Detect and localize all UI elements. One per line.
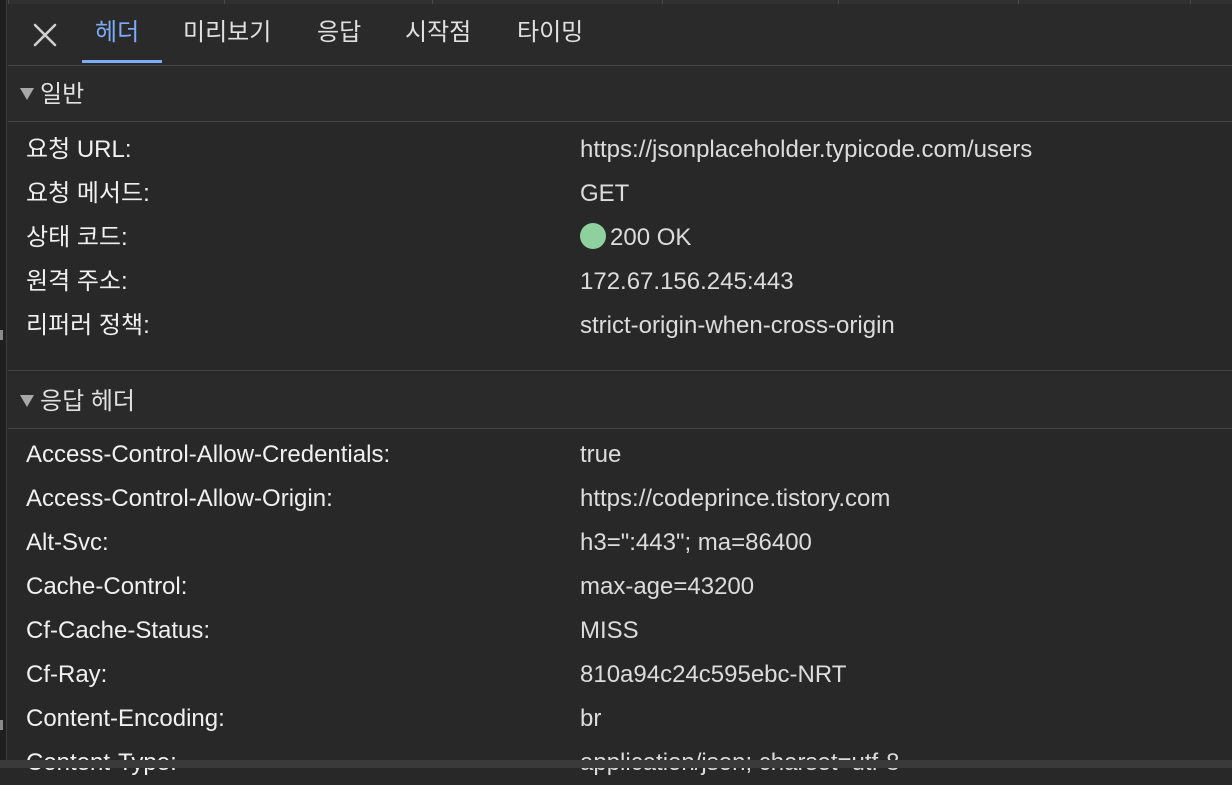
header-value: https://codeprince.tistory.com [580, 485, 891, 512]
section-title: 일반 [40, 81, 85, 108]
header-key: 리퍼러 정책: [26, 312, 150, 339]
header-value: 810a94c24c595ebc-NRT [580, 661, 847, 688]
section-divider [8, 370, 1232, 371]
general-row-referrer-policy: 리퍼러 정책: strict-origin-when-cross-origin [8, 304, 1232, 348]
gutter-marker [0, 720, 3, 730]
response-header-row: Access-Control-Allow-Origin: https://cod… [8, 477, 1232, 521]
response-header-row: Cf-Cache-Status: MISS [8, 609, 1232, 653]
header-value: true [580, 441, 622, 468]
response-header-row: Cache-Control: max-age=43200 [8, 565, 1232, 609]
status-text: 200 OK [610, 224, 692, 251]
header-key: Access-Control-Allow-Credentials: [26, 441, 391, 468]
header-key: Cf-Ray: [26, 661, 108, 688]
header-key: Alt-Svc: [26, 529, 109, 556]
header-value: https://jsonplaceholder.typicode.com/use… [580, 136, 1033, 163]
panel-bottom-edge [0, 760, 1232, 768]
general-row-request-url: 요청 URL: https://jsonplaceholder.typicode… [8, 128, 1232, 172]
left-panel-gutter [0, 0, 7, 768]
response-header-row: Content-Encoding: br [8, 697, 1232, 741]
header-value: h3=":443"; ma=86400 [580, 529, 812, 556]
collapse-triangle-icon [20, 88, 34, 100]
header-key: Access-Control-Allow-Origin: [26, 485, 333, 512]
header-value: MISS [580, 617, 639, 644]
header-value: max-age=43200 [580, 573, 755, 600]
header-key: Cache-Control: [26, 573, 188, 600]
gutter-marker [0, 330, 3, 340]
header-key: 원격 주소: [26, 268, 128, 295]
section-general-header[interactable]: 일반 [8, 66, 1232, 122]
general-row-status-code: 상태 코드: 200 OK [8, 216, 1232, 260]
active-tab-indicator [82, 60, 162, 63]
tab-initiator[interactable]: 시작점 [405, 0, 471, 64]
header-value: strict-origin-when-cross-origin [580, 312, 895, 339]
tab-timing[interactable]: 타이밍 [517, 0, 583, 64]
response-header-row: Access-Control-Allow-Credentials: true [8, 433, 1232, 477]
header-key: Cf-Cache-Status: [26, 617, 211, 644]
tab-bar: 헤더 미리보기 응답 시작점 타이밍 [8, 0, 1232, 66]
close-icon [33, 23, 57, 47]
tab-response[interactable]: 응답 [317, 0, 361, 64]
section-title: 응답 헤더 [40, 388, 135, 415]
collapse-triangle-icon [20, 395, 34, 407]
tab-preview[interactable]: 미리보기 [183, 0, 271, 64]
tab-headers[interactable]: 헤더 [95, 0, 139, 64]
header-value-status: 200 OK [580, 216, 691, 260]
header-key: 요청 URL: [26, 136, 132, 163]
general-row-remote-address: 원격 주소: 172.67.156.245:443 [8, 260, 1232, 304]
header-value: br [580, 705, 602, 732]
close-panel-button[interactable] [30, 20, 60, 50]
header-value: GET [580, 180, 630, 207]
response-header-row: Alt-Svc: h3=":443"; ma=86400 [8, 521, 1232, 565]
header-value: 172.67.156.245:443 [580, 268, 794, 295]
header-key: Content-Encoding: [26, 705, 225, 732]
general-row-request-method: 요청 메서드: GET [8, 172, 1232, 216]
response-header-row: Cf-Ray: 810a94c24c595ebc-NRT [8, 653, 1232, 697]
section-response-headers-header[interactable]: 응답 헤더 [8, 373, 1232, 429]
header-key: 상태 코드: [26, 224, 128, 251]
header-key: 요청 메서드: [26, 180, 150, 207]
status-ok-icon [580, 223, 606, 249]
